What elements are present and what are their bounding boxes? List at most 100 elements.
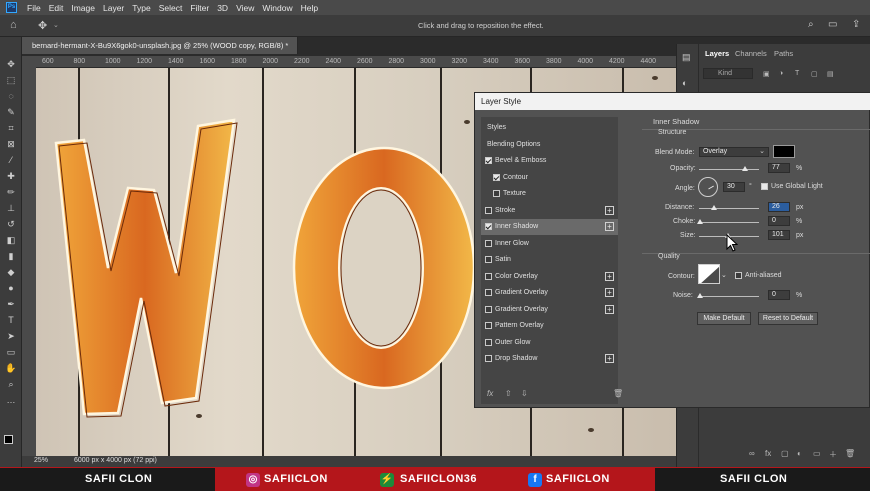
layer-filter-kind[interactable]: Kind xyxy=(703,68,753,79)
menu-view[interactable]: View xyxy=(232,3,258,13)
style-row-drop-shadow[interactable]: Drop Shadow + xyxy=(481,351,618,367)
healing-icon[interactable]: ✚ xyxy=(5,171,17,182)
filter-pixel-icon[interactable]: ▣ xyxy=(763,70,770,78)
zoom-icon[interactable]: ⌕ xyxy=(5,379,17,390)
global-light-checkbox[interactable] xyxy=(761,183,768,190)
angle-dial[interactable] xyxy=(698,177,718,197)
opacity-field[interactable]: 77 xyxy=(768,163,790,173)
style-checkbox[interactable] xyxy=(485,289,492,296)
noise-field[interactable]: 0 xyxy=(768,290,790,300)
menu-layer[interactable]: Layer xyxy=(99,3,128,13)
tab-channels[interactable]: Channels xyxy=(735,49,767,58)
crop-icon[interactable]: ⌗ xyxy=(5,123,17,134)
filter-adjust-icon[interactable]: ◑ xyxy=(779,70,783,77)
style-row-styles[interactable]: Styles xyxy=(481,120,618,136)
style-row-blending-options[interactable]: Blending Options xyxy=(481,137,618,153)
menu-file[interactable]: File xyxy=(23,3,45,13)
style-checkbox[interactable] xyxy=(485,206,492,214)
document-tab[interactable]: bernard-hermant-X-Bu9X6gok0-unsplash.jpg… xyxy=(22,37,298,54)
move-tool-icon[interactable]: ✥ xyxy=(38,19,47,32)
add-effect-button[interactable]: + xyxy=(605,271,614,281)
style-checkbox[interactable] xyxy=(485,305,492,313)
size-field[interactable]: 101 xyxy=(768,230,790,240)
menu-type[interactable]: Type xyxy=(128,3,154,13)
menu-edit[interactable]: Edit xyxy=(45,3,68,13)
style-checkbox[interactable] xyxy=(485,338,492,346)
distance-slider-thumb[interactable] xyxy=(711,205,717,210)
style-row-pattern-overlay[interactable]: Pattern Overlay xyxy=(481,318,618,334)
trash-icon[interactable]: 🗑 xyxy=(845,449,855,458)
home-icon[interactable]: ⌂ xyxy=(10,19,17,31)
hand-icon[interactable]: ✋ xyxy=(5,363,17,374)
workspace-icon[interactable]: ▭ xyxy=(828,19,837,30)
menu-3d[interactable]: 3D xyxy=(213,3,232,13)
move-down-icon[interactable]: ⇩ xyxy=(521,389,528,398)
style-row-gradient-overlay[interactable]: Gradient Overlay + xyxy=(481,302,618,318)
style-row-texture[interactable]: Texture xyxy=(481,186,618,202)
reset-default-button[interactable]: Reset to Default xyxy=(758,312,818,325)
pen-icon[interactable]: ✒ xyxy=(5,299,17,310)
filter-shape-icon[interactable]: ▢ xyxy=(811,70,818,78)
style-row-color-overlay[interactable]: Color Overlay + xyxy=(481,269,618,285)
menu-window[interactable]: Window xyxy=(258,3,296,13)
search-icon[interactable]: ⌕ xyxy=(808,19,814,30)
marquee-icon[interactable]: ⬚ xyxy=(5,75,17,86)
gradient-icon[interactable]: ▮ xyxy=(5,251,17,262)
link-layers-icon[interactable]: ∞ xyxy=(749,449,755,458)
history-brush-icon[interactable]: ↺ xyxy=(5,219,17,230)
contour-chevron-icon[interactable]: ⌄ xyxy=(721,271,727,279)
foreground-color-swatch[interactable] xyxy=(4,435,13,444)
add-effect-button[interactable]: + xyxy=(605,304,614,314)
style-row-satin[interactable]: Satin xyxy=(481,252,618,268)
style-checkbox[interactable] xyxy=(485,256,492,263)
lasso-icon[interactable]: ◌ xyxy=(5,91,17,102)
noise-slider[interactable] xyxy=(699,296,759,297)
choke-slider-thumb[interactable] xyxy=(697,219,703,224)
mask-icon[interactable]: ▢ xyxy=(781,449,789,458)
style-checkbox[interactable] xyxy=(485,157,492,164)
style-row-gradient-overlay[interactable]: Gradient Overlay + xyxy=(481,285,618,301)
fx-icon[interactable]: fx xyxy=(765,449,771,458)
menu-filter[interactable]: Filter xyxy=(186,3,213,13)
menu-image[interactable]: Image xyxy=(67,3,99,13)
new-layer-icon[interactable]: ＋ xyxy=(829,449,837,460)
antialiased-checkbox[interactable] xyxy=(735,272,742,279)
style-checkbox[interactable] xyxy=(493,173,500,181)
style-checkbox[interactable] xyxy=(485,322,492,329)
opacity-slider[interactable] xyxy=(699,169,759,170)
contour-picker[interactable] xyxy=(698,264,720,284)
group-icon[interactable]: ▭ xyxy=(813,449,821,458)
tab-layers[interactable]: Layers xyxy=(705,49,729,58)
adjustment-icon[interactable]: ◐ xyxy=(797,449,802,458)
chevron-down-icon[interactable]: ⌄ xyxy=(53,21,59,29)
style-checkbox[interactable] xyxy=(493,190,500,197)
shape-icon[interactable]: ▭ xyxy=(5,347,17,358)
menu-help[interactable]: Help xyxy=(297,3,322,13)
filter-smart-icon[interactable]: ▤ xyxy=(827,70,834,78)
blend-mode-select[interactable]: Overlay ⌄ xyxy=(699,147,769,157)
add-effect-button[interactable]: + xyxy=(605,222,614,231)
filter-type-icon[interactable]: T xyxy=(795,70,799,77)
fx-menu-icon[interactable]: fx xyxy=(487,389,493,398)
style-checkbox[interactable] xyxy=(485,355,492,362)
brush-icon[interactable]: ✏ xyxy=(5,187,17,198)
shadow-color-swatch[interactable] xyxy=(773,145,795,158)
noise-slider-thumb[interactable] xyxy=(697,293,703,298)
eyedropper-icon[interactable]: ⁄ xyxy=(5,155,17,166)
style-checkbox[interactable] xyxy=(485,239,492,247)
style-row-inner-glow[interactable]: Inner Glow xyxy=(481,236,618,252)
menu-select[interactable]: Select xyxy=(155,3,187,13)
style-row-contour[interactable]: Contour xyxy=(481,170,618,186)
move-up-icon[interactable]: ⇧ xyxy=(505,389,512,398)
angle-field[interactable]: 30 xyxy=(723,182,745,192)
blur-icon[interactable]: ◆ xyxy=(5,267,17,278)
dodge-icon[interactable]: ● xyxy=(5,283,17,294)
share-icon[interactable]: ⇪ xyxy=(852,19,860,30)
type-icon[interactable]: T xyxy=(5,315,17,326)
choke-field[interactable]: 0 xyxy=(768,216,790,226)
more-tools-icon[interactable]: … xyxy=(5,395,17,406)
choke-slider[interactable] xyxy=(699,222,759,223)
style-row-stroke[interactable]: Stroke + xyxy=(481,203,618,219)
move-icon[interactable]: ✥ xyxy=(5,59,17,70)
history-panel-icon[interactable]: ▤ xyxy=(682,52,691,63)
